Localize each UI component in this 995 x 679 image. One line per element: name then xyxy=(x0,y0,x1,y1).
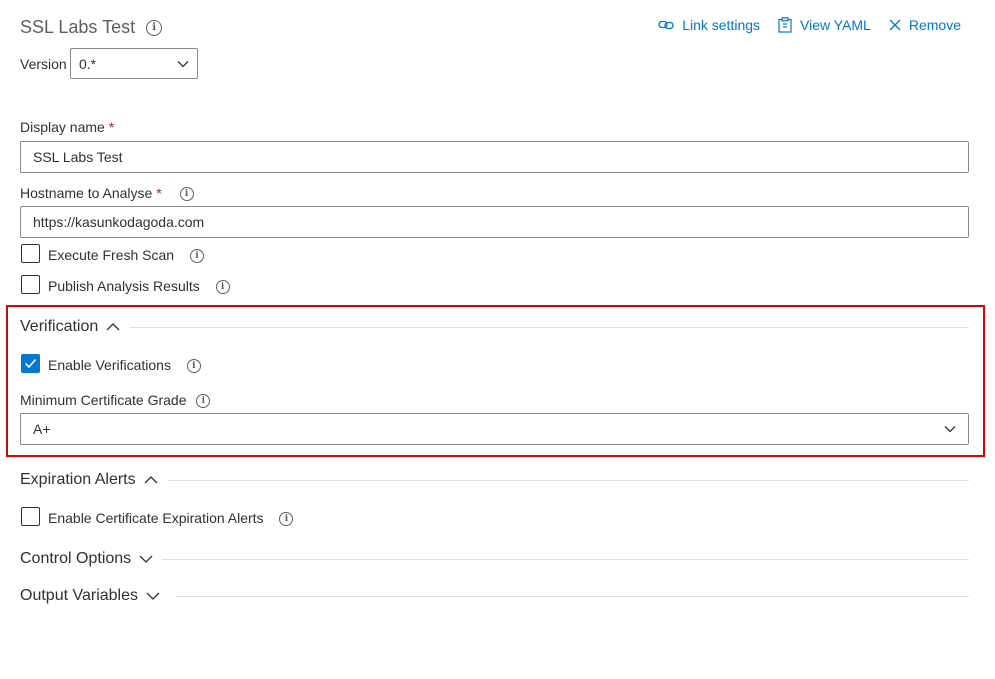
expiration-alerts-section-header[interactable]: Expiration Alerts xyxy=(20,470,158,490)
task-title: SSL Labs Test xyxy=(20,17,136,37)
chevron-down-icon xyxy=(944,426,956,433)
link-settings-label: Link settings xyxy=(682,17,761,33)
minimum-certificate-grade-select[interactable]: A+ xyxy=(20,413,969,445)
clipboard-icon xyxy=(778,17,792,33)
view-yaml-label: View YAML xyxy=(800,17,871,33)
info-icon[interactable]: i xyxy=(146,20,163,37)
checkmark-icon xyxy=(24,358,37,369)
hostname-input[interactable]: https://kasunkodagoda.com xyxy=(20,206,969,238)
execute-fresh-scan-label: Execute Fresh Scan xyxy=(48,247,175,263)
output-variables-section-title: Output Variables xyxy=(20,587,138,604)
expiration-alerts-section-title: Expiration Alerts xyxy=(20,471,136,488)
publish-analysis-results-label-row: Publish Analysis Results i xyxy=(48,277,230,295)
verification-section-header[interactable]: Verification xyxy=(20,317,120,337)
version-select[interactable]: 0.* xyxy=(70,48,198,79)
link-settings-button[interactable]: Link settings xyxy=(658,16,760,34)
execute-fresh-scan-checkbox[interactable] xyxy=(21,244,40,263)
section-divider xyxy=(130,327,969,328)
version-label: Version xyxy=(20,56,67,72)
remove-button[interactable]: Remove xyxy=(889,16,961,34)
hostname-label: Hostname to Analyse xyxy=(20,185,153,201)
info-icon[interactable]: i xyxy=(215,280,230,295)
view-yaml-button[interactable]: View YAML xyxy=(778,16,871,34)
chevron-down-icon xyxy=(177,60,189,67)
info-icon[interactable]: i xyxy=(196,394,211,409)
verification-section-title: Verification xyxy=(20,318,99,335)
chevron-down-icon xyxy=(146,592,160,600)
task-title-row: SSL Labs Test i xyxy=(20,16,163,38)
close-icon xyxy=(889,19,901,31)
info-icon[interactable]: i xyxy=(186,359,201,374)
display-name-label: Display name xyxy=(20,119,105,135)
publish-analysis-results-label: Publish Analysis Results xyxy=(48,278,200,294)
control-options-section-header[interactable]: Control Options xyxy=(20,549,153,569)
version-value: 0.* xyxy=(79,55,97,72)
enable-certificate-expiration-alerts-label: Enable Certificate Expiration Alerts xyxy=(48,510,264,526)
link-icon xyxy=(658,20,674,30)
output-variables-section-header[interactable]: Output Variables xyxy=(20,586,160,606)
minimum-certificate-grade-label-row: Minimum Certificate Grade i xyxy=(20,391,211,409)
section-divider xyxy=(176,596,969,597)
enable-certificate-expiration-alerts-checkbox[interactable] xyxy=(21,507,40,526)
chevron-up-icon xyxy=(144,476,158,484)
enable-verifications-label: Enable Verifications xyxy=(48,357,171,373)
enable-verifications-checkbox[interactable] xyxy=(21,354,40,373)
info-icon[interactable]: i xyxy=(279,512,294,527)
control-options-section-title: Control Options xyxy=(20,550,132,567)
section-divider xyxy=(162,559,969,560)
publish-analysis-results-checkbox[interactable] xyxy=(21,275,40,294)
chevron-up-icon xyxy=(106,323,120,331)
display-name-input[interactable]: SSL Labs Test xyxy=(20,141,969,173)
hostname-label-row: Hostname to Analyse * i xyxy=(20,184,194,202)
execute-fresh-scan-label-row: Execute Fresh Scan i xyxy=(48,246,204,264)
minimum-certificate-grade-label: Minimum Certificate Grade xyxy=(20,392,187,408)
required-marker: * xyxy=(156,185,162,201)
chevron-down-icon xyxy=(139,555,153,563)
section-divider xyxy=(168,480,969,481)
info-icon[interactable]: i xyxy=(179,187,194,202)
remove-label: Remove xyxy=(908,17,961,33)
minimum-certificate-grade-value: A+ xyxy=(33,421,51,437)
display-name-label-row: Display name * xyxy=(20,118,114,136)
info-icon[interactable]: i xyxy=(189,249,204,264)
toolbar: Link settings View YAML Remove xyxy=(658,16,961,34)
required-marker: * xyxy=(108,119,115,135)
enable-verifications-label-row: Enable Verifications i xyxy=(48,356,201,374)
enable-certificate-expiration-alerts-label-row: Enable Certificate Expiration Alerts i xyxy=(48,509,294,527)
